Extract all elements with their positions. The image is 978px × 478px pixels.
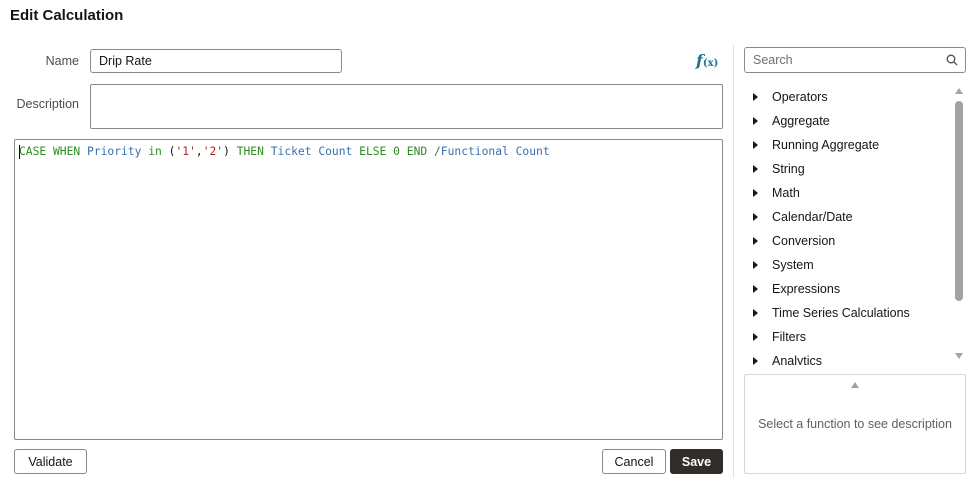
expression-code-line: CASE WHEN Priority in ('1','2') THEN Tic…: [19, 145, 718, 159]
function-search-input[interactable]: [745, 48, 935, 72]
function-category-label: Running Aggregate: [772, 138, 880, 152]
expression-token-punc: ,: [195, 145, 203, 158]
expand-arrow-icon[interactable]: [753, 141, 758, 149]
function-category-item[interactable]: Operators: [744, 85, 952, 109]
function-category-item[interactable]: Time Series Calculations: [744, 301, 952, 325]
scroll-thumb[interactable]: [955, 101, 963, 301]
expression-token-col: Functional Count: [440, 145, 550, 158]
panel-divider: [733, 45, 734, 478]
function-category-label: Expressions: [772, 282, 841, 296]
expression-token-num: 0: [393, 145, 400, 158]
expression-token-kw: THEN: [236, 145, 271, 158]
function-category-item[interactable]: String: [744, 157, 952, 181]
scroll-up-icon[interactable]: [955, 88, 963, 94]
description-input[interactable]: [90, 84, 723, 129]
function-category-item[interactable]: Calendar/Date: [744, 205, 952, 229]
fx-icon-letter: f: [696, 51, 703, 70]
expand-arrow-icon[interactable]: [753, 333, 758, 341]
function-category-label: Analytics: [772, 354, 823, 365]
expression-token-op: /: [433, 145, 441, 158]
scroll-down-icon[interactable]: [955, 353, 963, 359]
expression-token-str: '1': [175, 145, 196, 158]
function-category-item[interactable]: Filters: [744, 325, 952, 349]
function-description-panel: Select a function to see description: [744, 374, 966, 474]
expression-token-kw: END: [399, 145, 434, 158]
function-category-item[interactable]: Math: [744, 181, 952, 205]
expression-token-kw: CASE WHEN: [19, 145, 88, 158]
function-category-label: Math: [772, 186, 800, 200]
expression-token-kw: ELSE: [352, 145, 394, 158]
expand-arrow-icon[interactable]: [753, 93, 758, 101]
name-input[interactable]: [90, 49, 342, 73]
expression-token-col: Priority: [87, 145, 142, 158]
expand-arrow-icon[interactable]: [753, 285, 758, 293]
fx-function-icon[interactable]: f(x): [696, 50, 722, 72]
search-icon[interactable]: [946, 54, 958, 66]
expand-arrow-icon[interactable]: [753, 237, 758, 245]
function-category-item[interactable]: Expressions: [744, 277, 952, 301]
validate-button[interactable]: Validate: [14, 449, 87, 474]
expand-arrow-icon[interactable]: [753, 357, 758, 365]
dialog-title: Edit Calculation: [10, 7, 124, 24]
function-description-text: Select a function to see description: [758, 417, 952, 431]
function-category-item[interactable]: Aggregate: [744, 109, 952, 133]
function-category-tree: Operators Aggregate Running Aggregate Strin…: [744, 85, 952, 365]
function-category-label: String: [772, 162, 805, 176]
function-search[interactable]: [744, 47, 966, 73]
expand-arrow-icon[interactable]: [753, 165, 758, 173]
function-tree-scrollbar[interactable]: [954, 85, 964, 365]
function-category-label: Time Series Calculations: [772, 306, 910, 320]
function-category-item[interactable]: System: [744, 253, 952, 277]
expand-arrow-icon[interactable]: [753, 189, 758, 197]
expression-token-punc: ): [223, 145, 237, 158]
function-category-label: Calendar/Date: [772, 210, 853, 224]
function-category-label: Operators: [772, 90, 828, 104]
function-category-item[interactable]: Conversion: [744, 229, 952, 253]
function-category-label: Filters: [772, 330, 807, 344]
description-label: Description: [16, 97, 79, 111]
function-category-item[interactable]: Running Aggregate: [744, 133, 952, 157]
expression-tokens: CASE WHEN Priority in ('1','2') THEN Tic…: [19, 145, 550, 158]
function-category-item[interactable]: Analytics: [744, 349, 952, 365]
collapse-up-icon[interactable]: [851, 382, 859, 388]
expression-editor[interactable]: CASE WHEN Priority in ('1','2') THEN Tic…: [14, 139, 723, 440]
function-category-label: Conversion: [772, 234, 836, 248]
function-category-label: Aggregate: [772, 114, 830, 128]
expand-arrow-icon[interactable]: [753, 261, 758, 269]
save-button[interactable]: Save: [670, 449, 723, 474]
expand-arrow-icon[interactable]: [753, 117, 758, 125]
expression-token-str: '2': [202, 145, 224, 158]
expression-token-col: Ticket Count: [270, 145, 353, 158]
fx-icon-sub: (x): [702, 58, 719, 69]
expand-arrow-icon[interactable]: [753, 213, 758, 221]
cancel-button[interactable]: Cancel: [602, 449, 666, 474]
expand-arrow-icon[interactable]: [753, 309, 758, 317]
function-category-label: System: [772, 258, 814, 272]
expression-token-kw: in: [141, 145, 169, 158]
name-label: Name: [45, 54, 79, 68]
